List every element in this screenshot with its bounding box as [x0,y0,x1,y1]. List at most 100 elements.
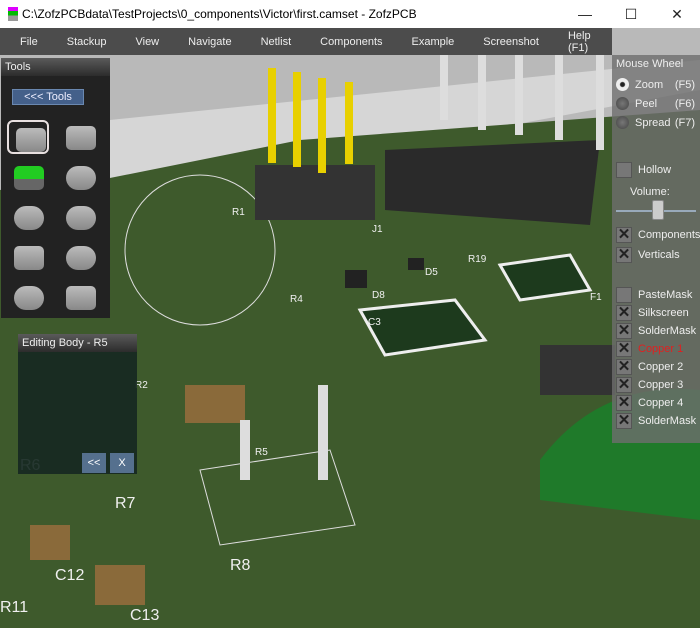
silkscreen-label: C12 [55,567,84,584]
maximize-button[interactable]: ☐ [608,0,654,28]
silkscreen-label: R4 [290,294,303,305]
menu-view[interactable]: View [135,36,159,48]
app-icon [8,7,18,21]
editing-body-title: Editing Body - R5 [18,334,137,352]
wheel-mode-key: (F5) [674,78,695,91]
radio-icon [616,78,629,91]
toggle-soldermask[interactable]: ✕ SolderMask [616,413,696,429]
wheel-mode-key: (F7) [674,116,695,129]
silkscreen-label: D8 [372,290,385,301]
toggle-verticals[interactable]: ✕ Verticals [616,247,680,263]
volume-label: Volume: [630,186,670,198]
hollow-checkbox[interactable]: Hollow [616,162,671,178]
checked-x-icon: ✕ [616,376,632,393]
tool-cylinder-horizontal[interactable] [7,200,49,234]
silkscreen-label: R5 [255,447,268,458]
checked-x-icon: ✕ [616,340,632,357]
wheel-mode-label: Peel [635,97,658,110]
silkscreen-label: R8 [230,557,251,574]
hex-nut-icon [66,286,96,310]
tool-box-rounded[interactable] [7,240,49,274]
wheel-mode-key: (F6) [674,97,695,110]
window-title: C:\ZofzPCBdata\TestProjects\0_components… [22,7,417,21]
toggle-label: Copper 4 [638,397,684,409]
menu-screenshot[interactable]: Screenshot [483,36,539,48]
checked-x-icon: ✕ [616,246,632,263]
pill-flange-icon [14,286,44,310]
close-button[interactable]: ✕ [654,0,700,28]
silkscreen-label: R11 [0,599,28,616]
menu-netlist[interactable]: Netlist [261,36,292,48]
silkscreen-label: R7 [115,495,136,512]
tool-box[interactable] [7,120,49,154]
radio-icon [616,97,629,110]
toggle-label: Copper 2 [638,361,684,373]
toggle-label: SolderMask [638,415,697,427]
silkscreen-label: F1 [590,292,602,303]
minimize-button[interactable]: — [562,0,608,28]
half-cylinder-icon [66,246,96,270]
checked-x-icon: ✕ [616,412,632,429]
volume-slider-thumb[interactable] [651,200,664,220]
tool-hex-nut[interactable] [59,280,101,314]
back-button[interactable]: << [82,453,106,473]
tool-pill-flange[interactable] [7,280,49,314]
silkscreen-label: R19 [468,254,487,265]
silkscreen-label: R1 [232,207,245,218]
toggle-label: Copper 3 [638,379,684,391]
view-options-panel: Mouse Wheel Zoom (F5) Peel (F6) Spread (F7) H… [612,55,700,443]
tool-half-cylinder[interactable] [59,240,101,274]
cylinder-horizontal-icon [14,206,44,230]
chamfered-box-icon [66,126,96,150]
box-icon [16,128,46,152]
tools-title: Tools [1,58,110,76]
menu-help[interactable]: Help (F1) [568,30,603,54]
wheel-mode-peel[interactable]: Peel (F6) [616,97,698,110]
toggle-copper-3[interactable]: ✕ Copper 3 [616,377,683,393]
wheel-mode-zoom[interactable]: Zoom (F5) [616,78,698,91]
toggle-pastemask[interactable]: PasteMask [616,287,692,303]
toggle-label: Silkscreen [638,307,689,319]
toggle-label: PasteMask [638,289,693,301]
dome-icon [66,206,96,230]
menu-bar: File Stackup View Navigate Netlist Compo… [0,28,612,55]
menu-stackup[interactable]: Stackup [67,36,107,48]
checked-x-icon: ✕ [616,226,632,243]
radio-icon [616,116,629,129]
silkscreen-label: C3 [368,317,381,328]
collapse-tools-button[interactable]: <<< Tools [12,89,84,105]
checked-x-icon: ✕ [616,394,632,411]
toggle-soldermask[interactable]: ✕ SolderMask [616,323,696,339]
menu-components[interactable]: Components [320,36,382,48]
wheel-mode-spread[interactable]: Spread (F7) [616,116,698,129]
checked-x-icon: ✕ [616,322,632,339]
silkscreen-label: D5 [425,267,438,278]
menu-file[interactable]: File [20,36,38,48]
silkscreen-label: J1 [372,224,383,235]
toggle-copper-2[interactable]: ✕ Copper 2 [616,359,683,375]
close-panel-button[interactable]: X [110,453,134,473]
toggle-copper-1[interactable]: ✕ Copper 1 [616,341,683,357]
checked-x-icon: ✕ [616,304,632,321]
toggle-label: Copper 1 [638,343,684,355]
tool-dome[interactable] [59,200,101,234]
checked-x-icon: ✕ [616,358,632,375]
menu-example[interactable]: Example [412,36,455,48]
toggle-silkscreen[interactable]: ✕ Silkscreen [616,305,689,321]
toggle-label: Verticals [638,249,680,261]
tool-bent-sheet[interactable] [7,160,49,194]
checkbox-icon [616,162,632,178]
toggle-copper-4[interactable]: ✕ Copper 4 [616,395,683,411]
tool-cylinder-flange[interactable] [59,160,101,194]
tool-chamfered-box[interactable] [59,120,101,154]
menu-navigate[interactable]: Navigate [188,36,231,48]
checkbox-icon [616,287,632,303]
tools-panel: Tools <<< Tools [1,58,110,318]
wheel-mode-label: Spread [635,116,671,129]
hollow-label: Hollow [638,164,672,176]
toggle-label: Components [638,229,700,241]
toggle-label: SolderMask [638,325,697,337]
wheel-mode-label: Zoom [635,78,664,91]
toggle-components[interactable]: ✕ Components [616,227,700,243]
editing-body-panel: Editing Body - R5 << X [18,334,137,474]
